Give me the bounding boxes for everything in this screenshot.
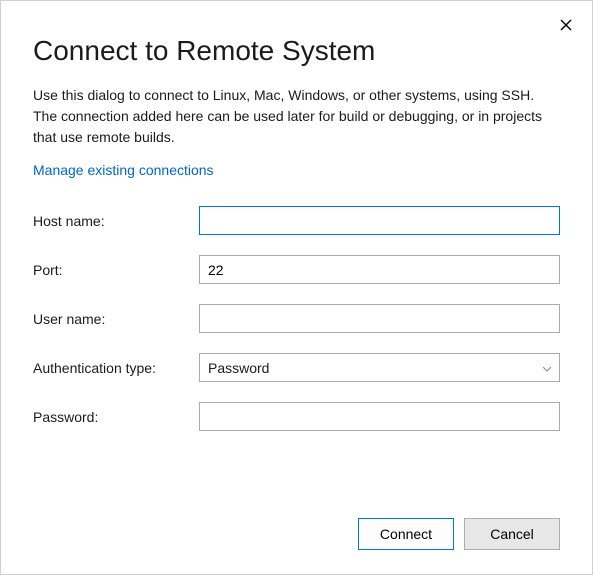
host-name-label: Host name: (33, 213, 199, 229)
button-row: Connect Cancel (358, 518, 560, 550)
user-name-input[interactable] (199, 304, 560, 333)
manage-connections-link[interactable]: Manage existing connections (33, 162, 214, 178)
chevron-down-icon (543, 360, 551, 376)
user-name-label: User name: (33, 311, 199, 327)
close-button[interactable] (556, 15, 576, 35)
auth-type-row: Authentication type: Password (33, 353, 560, 382)
port-label: Port: (33, 262, 199, 278)
dialog-description: Use this dialog to connect to Linux, Mac… (33, 85, 560, 148)
auth-type-selected: Password (208, 360, 269, 376)
password-input[interactable] (199, 402, 560, 431)
host-name-row: Host name: (33, 206, 560, 235)
auth-type-select[interactable]: Password (199, 353, 560, 382)
port-row: Port: (33, 255, 560, 284)
port-input[interactable] (199, 255, 560, 284)
password-label: Password: (33, 409, 199, 425)
cancel-button[interactable]: Cancel (464, 518, 560, 550)
dialog-content: Connect to Remote System Use this dialog… (1, 1, 592, 431)
auth-type-label: Authentication type: (33, 360, 199, 376)
host-name-input[interactable] (199, 206, 560, 235)
user-name-row: User name: (33, 304, 560, 333)
close-icon (560, 19, 572, 31)
connect-button[interactable]: Connect (358, 518, 454, 550)
dialog-title: Connect to Remote System (33, 35, 560, 67)
password-row: Password: (33, 402, 560, 431)
